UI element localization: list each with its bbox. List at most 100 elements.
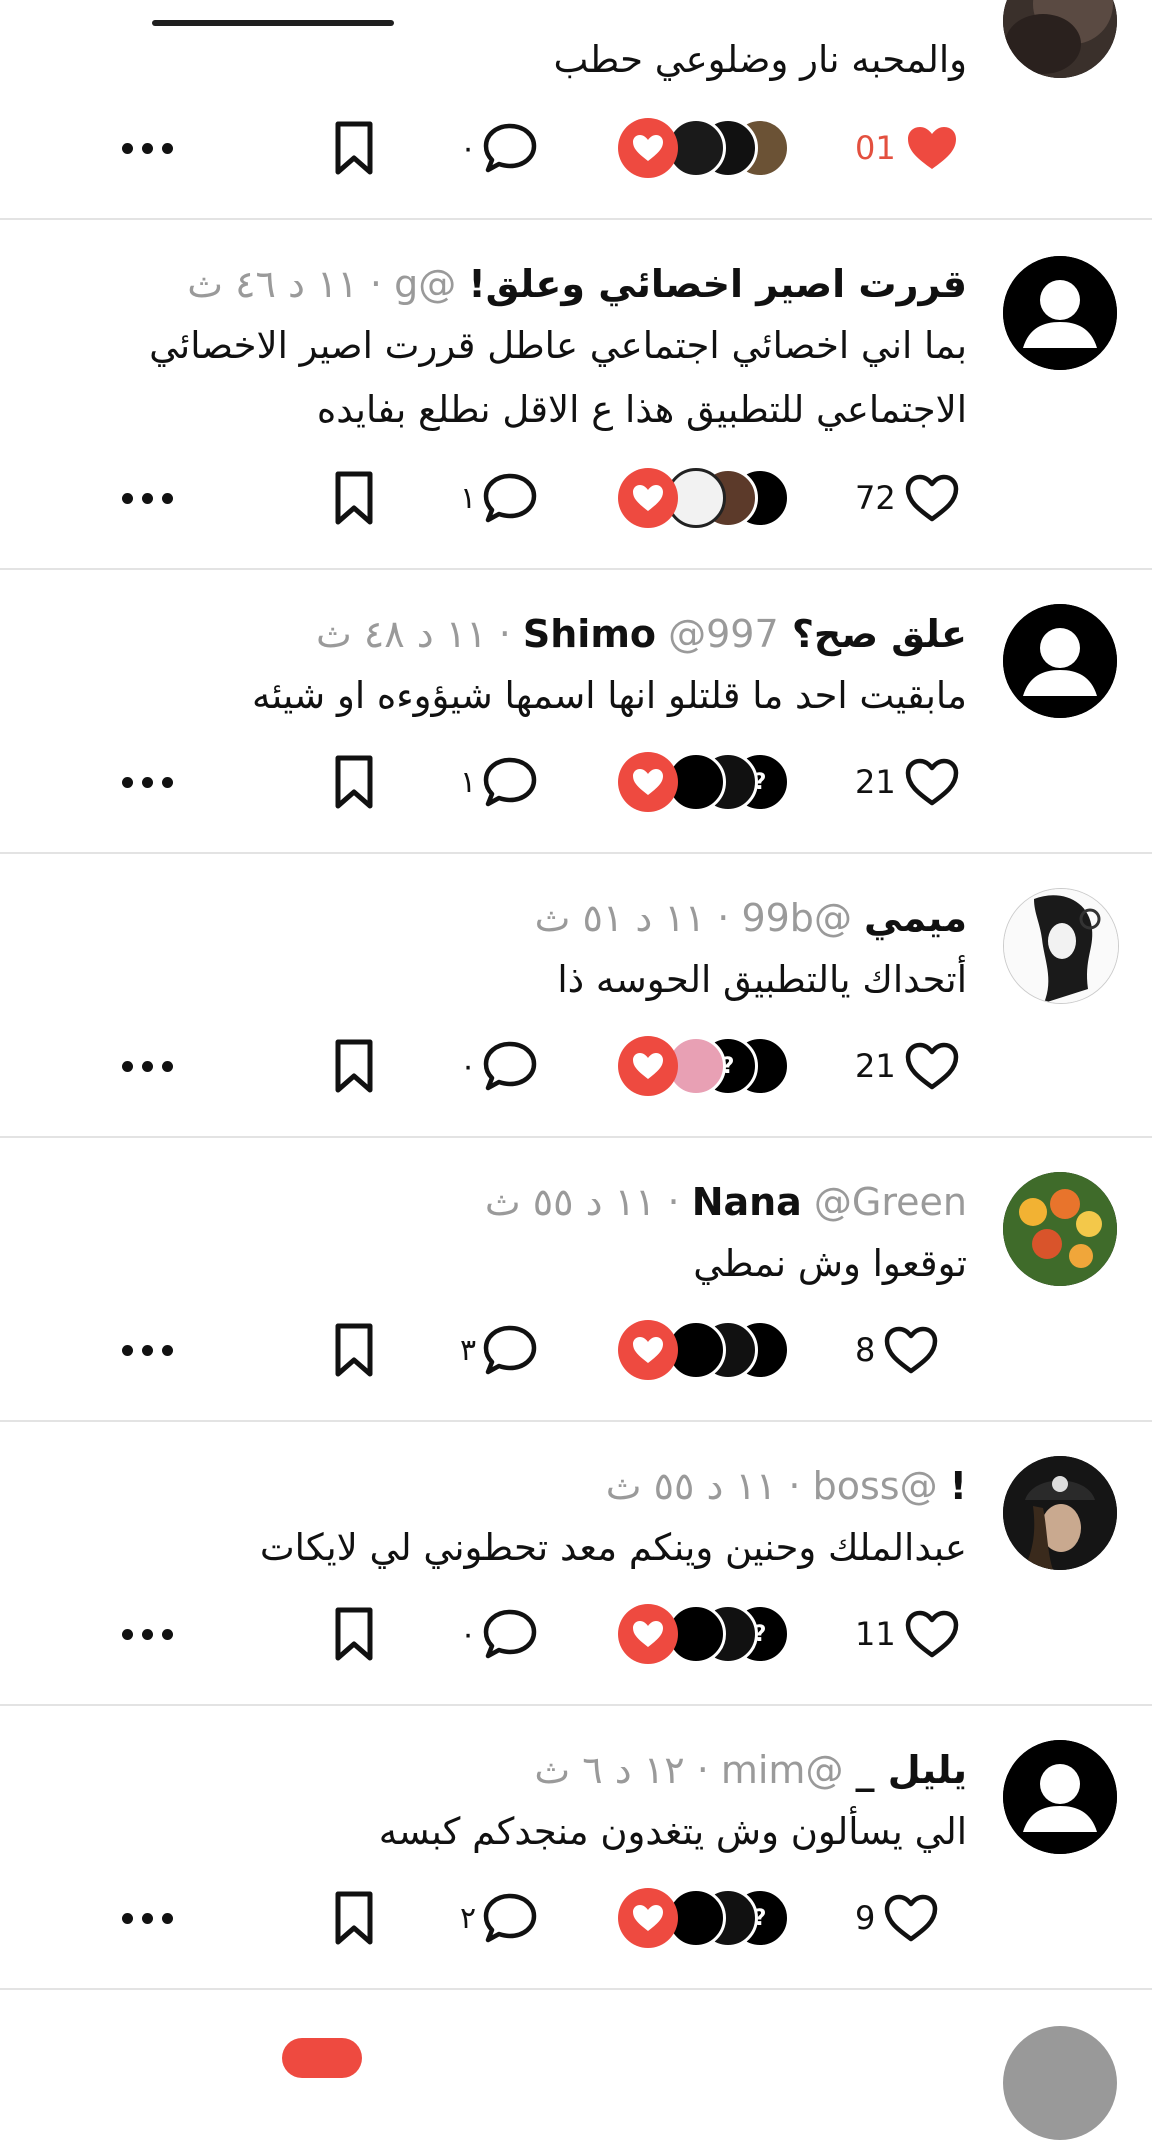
comment-bubble-icon [483,1325,537,1375]
heart-icon [633,1337,663,1363]
like-button[interactable]: 21 [855,742,960,822]
more-dots-icon [122,1628,133,1640]
like-count: 72 [855,479,896,517]
comment-button[interactable]: ١ [460,458,538,538]
comment-bubble-icon [483,1893,537,1943]
avatar[interactable] [1003,1172,1117,1286]
author-name[interactable]: ! [950,1464,967,1508]
like-button[interactable]: 01 [855,108,960,188]
post[interactable]: ! @boss · ١١ د ٥٥ ث عبدالملك وحنين وينكم… [0,1420,1152,1706]
avatar[interactable] [1003,604,1117,718]
avatar[interactable] [1003,0,1117,78]
comment-button[interactable]: ٠ [460,1594,538,1674]
post-actions: ٣ 8 [0,1310,1152,1390]
post-header: Nana @Green · ١١ د ٥٥ ث [485,1178,967,1226]
author-name[interactable]: قررت اصير اخصائي وعلق! [468,262,967,306]
post-header: علق صح؟ Shimo @997 · ١١ د ٤٨ ث [316,610,967,658]
bookmark-button[interactable] [334,108,374,188]
author-meta: @99b · ١١ د ٥١ ث [534,896,852,940]
avatar[interactable] [1003,256,1117,370]
liker-avatars[interactable] [618,458,790,538]
bookmark-button[interactable] [334,1594,374,1674]
avatar[interactable] [1003,888,1119,1004]
post[interactable]: ميمي @99b · ١١ د ٥١ ث أتحداك يالتطبيق ال… [0,852,1152,1138]
default-user-icon [1003,256,1117,370]
author-meta: @mim · ١٢ د ٦ ث [534,1748,844,1792]
partial-red-badge [282,2038,362,2078]
more-button[interactable] [122,108,173,188]
bookmark-button[interactable] [334,742,374,822]
more-button[interactable] [122,1878,173,1958]
post-partial[interactable] [0,1988,1152,2140]
like-count: 21 [855,1047,896,1085]
author-name[interactable]: Nana [692,1180,802,1224]
comment-count: ٢ [460,1900,477,1936]
heart-outline-icon [905,1610,958,1658]
post-text: الي يسألون وش يتغدون منجدكم كبسه [378,1810,967,1853]
post-text: بما اني اخصائي اجتماعي عاطل قررت اصير ال… [149,324,967,431]
like-button[interactable]: 72 [855,458,960,538]
comment-button[interactable]: ٢ [460,1878,538,1958]
liker-avatars[interactable]: ? [618,1026,790,1106]
like-button[interactable]: 8 [855,1310,939,1390]
post[interactable]: علق صح؟ Shimo @997 · ١١ د ٤٨ ث مابقيت اح… [0,568,1152,854]
bookmark-icon [335,1039,373,1093]
liker-avatars[interactable]: ? [618,1878,790,1958]
like-button[interactable]: 9 [855,1878,939,1958]
avatar[interactable] [1003,2026,1117,2140]
more-button[interactable] [122,1310,173,1390]
liker-avatars[interactable]: ? [618,742,790,822]
heart-icon [633,1905,663,1931]
liker-avatars[interactable] [618,108,790,188]
heart-outline-icon [905,758,958,806]
post[interactable]: والمحبه نار وضلوعي حطب ٠ 01 [0,0,1152,220]
comment-button[interactable]: ٠ [460,108,538,188]
more-dots-icon [122,776,133,788]
like-button[interactable]: 11 [855,1594,960,1674]
heart-icon [633,1621,663,1647]
avatar[interactable] [1003,1740,1117,1854]
more-button[interactable] [122,742,173,822]
post-actions: ٠ ? 11 [0,1594,1152,1674]
bookmark-icon [335,121,373,175]
heart-icon [633,485,663,511]
liked-heart-badge [618,1888,678,1948]
like-button[interactable]: 21 [855,1026,960,1106]
more-button[interactable] [122,1026,173,1106]
comment-button[interactable]: ٣ [460,1310,538,1390]
bookmark-icon [335,1607,373,1661]
avatar-photo-icon [1003,1456,1117,1570]
default-user-icon [1003,604,1117,718]
bookmark-icon [335,755,373,809]
more-dots-icon [122,1344,133,1356]
author-meta: @g · ١١ د ٤٦ ث [187,262,457,306]
bookmark-button[interactable] [334,458,374,538]
liked-heart-badge [618,1320,678,1380]
post-text: مابقيت احد ما قلتلو انها اسمها شيؤوءه او… [252,674,967,717]
heart-outline-icon [905,1042,958,1090]
bookmark-icon [335,1891,373,1945]
more-button[interactable] [122,1594,173,1674]
bookmark-button[interactable] [334,1878,374,1958]
liked-heart-badge [618,1036,678,1096]
bookmark-button[interactable] [334,1026,374,1106]
liked-heart-badge [618,1604,678,1664]
liker-avatars[interactable] [618,1310,790,1390]
more-button[interactable] [122,458,173,538]
post-actions: ٠ 01 [0,108,1152,188]
author-name[interactable]: ميمي [864,896,967,940]
author-name[interactable]: يليل _ [856,1748,967,1792]
post[interactable]: قررت اصير اخصائي وعلق! @g · ١١ د ٤٦ ث بم… [0,218,1152,570]
heart-icon [633,769,663,795]
post-header: ! @boss · ١١ د ٥٥ ث [606,1462,967,1510]
comment-button[interactable]: ٠ [460,1026,538,1106]
bookmark-button[interactable] [334,1310,374,1390]
liker-avatars[interactable]: ? [618,1594,790,1674]
post-text: توقعوا وش نمطي [693,1242,967,1285]
post[interactable]: Nana @Green · ١١ د ٥٥ ث توقعوا وش نمطي ٣ [0,1136,1152,1422]
comment-button[interactable]: ١ [460,742,538,822]
post[interactable]: يليل _ @mim · ١٢ د ٦ ث الي يسألون وش يتغ… [0,1704,1152,1990]
heart-icon [633,1053,663,1079]
like-count: 11 [855,1615,896,1653]
avatar[interactable] [1003,1456,1117,1570]
